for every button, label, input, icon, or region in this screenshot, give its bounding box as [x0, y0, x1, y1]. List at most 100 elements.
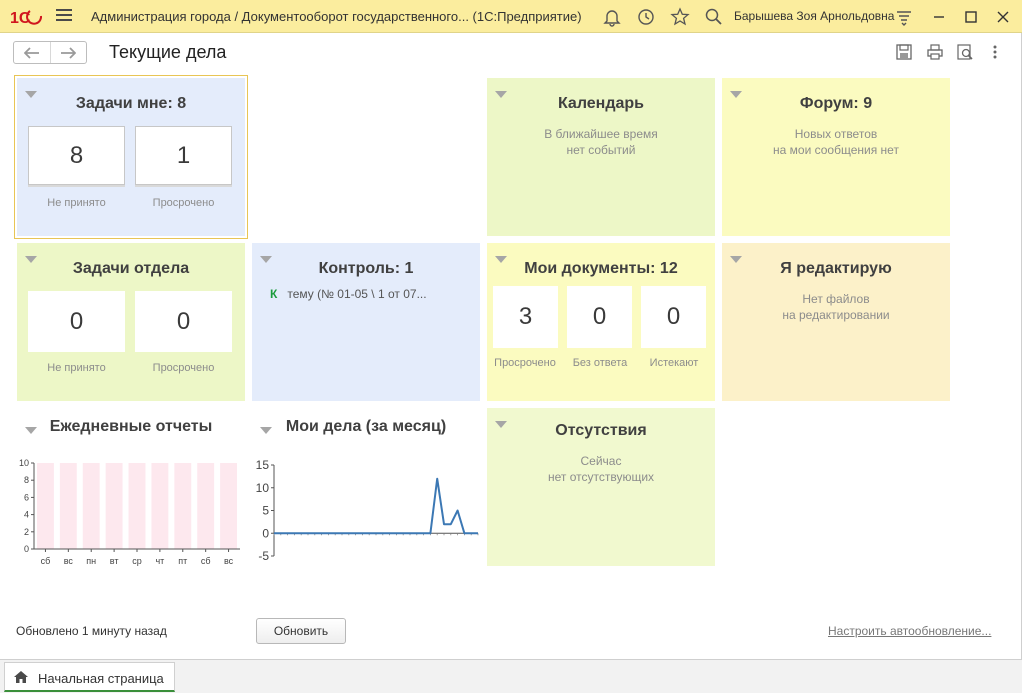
tile-daily-reports[interactable]: Ежедневные отчеты 0 2 4 6 8 10 сб вс пн вт ср чт пт с… — [17, 408, 245, 568]
counter-not-accepted[interactable]: 0 — [28, 291, 125, 352]
counter-overdue[interactable]: 1 — [135, 126, 232, 185]
save-icon[interactable] — [895, 43, 913, 61]
x-tick-label: вт — [110, 556, 119, 566]
x-tick-label: пт — [178, 556, 187, 566]
tab-bar: Начальная страница — [0, 659, 1022, 693]
y-tick-label: 10 — [19, 458, 29, 468]
back-button[interactable] — [14, 42, 50, 63]
counter-not-accepted[interactable]: 8 — [28, 126, 125, 185]
y-tick-label: 10 — [256, 481, 270, 495]
y-tick-label: -5 — [258, 549, 269, 563]
tile-calendar[interactable]: Календарь В ближайшее время нет событий — [487, 78, 715, 236]
tile-subtitle: Новых ответов на мои сообщения нет — [722, 126, 950, 158]
x-tick-label: сб — [41, 556, 51, 566]
minimize-icon[interactable] — [928, 6, 950, 28]
tile-absences[interactable]: Отсутствия Сейчас нет отсутствующих — [487, 408, 715, 566]
counter-overdue[interactable]: 0 — [135, 291, 232, 352]
counter-label: Истекают — [649, 357, 699, 369]
tab-label: Начальная страница — [38, 671, 164, 686]
tile-title: Форум: 9 — [799, 95, 873, 112]
bar — [59, 463, 77, 549]
tile-title: Мои дела (за месяц) — [285, 418, 447, 435]
tile-title: Календарь — [557, 95, 645, 112]
tile-title: Отсутствия — [555, 422, 647, 439]
tile-title: Мои документы: 12 — [524, 260, 678, 277]
window-title: Администрация города / Документооборот г… — [91, 9, 582, 24]
bar — [197, 463, 215, 549]
arrow-right-icon — [61, 46, 77, 59]
control-item-text: тему (№ 01-05 \ 1 от 07... — [287, 287, 427, 301]
subtitle-line: нет событий — [566, 143, 636, 157]
control-item[interactable]: Ктему (№ 01-05 \ 1 от 07... — [270, 287, 427, 301]
counter-no-answer[interactable]: 0 — [567, 286, 632, 348]
settings-icon[interactable] — [894, 7, 914, 27]
tile-my-tasks[interactable]: Задачи мне: 8 8 1 Не принято Просрочено — [14, 75, 248, 239]
title-bar: 1C Администрация города / Документооборо… — [0, 0, 1022, 33]
counter-label: Просрочено — [494, 357, 556, 369]
navigation-buttons — [13, 41, 87, 64]
maximize-icon[interactable] — [960, 6, 982, 28]
tile-forum[interactable]: Форум: 9 Новых ответов на мои сообщения … — [722, 78, 950, 236]
counter-label: Просрочено — [152, 362, 215, 374]
counter-expiring[interactable]: 0 — [641, 286, 706, 348]
my-affairs-chart: -5 0 5 10 15 — [256, 458, 479, 563]
tile-title: Контроль: 1 — [318, 260, 414, 277]
home-icon — [14, 671, 28, 683]
x-tick-label: ср — [132, 556, 142, 566]
star-icon[interactable] — [670, 7, 690, 27]
forward-button[interactable] — [49, 42, 87, 63]
preview-icon[interactable] — [956, 43, 974, 61]
search-icon[interactable] — [704, 7, 724, 27]
autorefresh-link[interactable]: Настроить автообновление... — [828, 624, 991, 638]
tile-control[interactable]: Контроль: 1 Ктему (№ 01-05 \ 1 от 07... — [252, 243, 480, 401]
x-tick-label: пн — [86, 556, 96, 566]
subtitle-line: Нет файлов — [802, 292, 870, 306]
bar — [37, 463, 54, 549]
subtitle-line: В ближайшее время — [544, 127, 658, 141]
bar — [151, 463, 169, 549]
x-tick-label: сб — [201, 556, 211, 566]
bell-icon[interactable] — [602, 7, 622, 27]
subtitle-line: Сейчас — [580, 454, 622, 468]
update-status: Обновлено 1 минуту назад — [16, 624, 167, 638]
counter-overdue[interactable]: 3 — [493, 286, 558, 348]
tile-subtitle: В ближайшее время нет событий — [487, 126, 715, 158]
tile-title: Я редактирую — [780, 260, 892, 277]
y-tick-label: 0 — [24, 544, 29, 554]
page-title: Текущие дела — [109, 42, 227, 62]
1c-logo-icon[interactable]: 1C — [10, 8, 44, 26]
close-icon[interactable] — [992, 6, 1014, 28]
more-vertical-icon[interactable] — [986, 43, 1004, 61]
tile-subtitle: Сейчас нет отсутствующих — [487, 453, 715, 485]
subtitle-line: на мои сообщения нет — [773, 143, 899, 157]
tile-subtitle: Нет файлов на редактировании — [722, 291, 950, 323]
y-tick-label: 0 — [262, 526, 269, 540]
tile-editing[interactable]: Я редактирую Нет файлов на редактировани… — [722, 243, 950, 401]
user-name[interactable]: Барышева Зоя Арнольдовна — [734, 9, 894, 23]
control-marker: К — [270, 287, 278, 301]
print-icon[interactable] — [926, 43, 944, 61]
hamburger-icon[interactable] — [56, 9, 72, 23]
y-tick-label: 6 — [24, 492, 29, 502]
daily-reports-chart: 0 2 4 6 8 10 сб вс пн вт ср чт пт сб вс — [19, 458, 240, 566]
y-tick-label: 15 — [256, 458, 270, 472]
bar — [220, 463, 237, 549]
bar — [174, 463, 192, 549]
tile-my-affairs[interactable]: Мои дела (за месяц) -5 0 5 10 15 — [252, 408, 480, 568]
y-tick-label: 5 — [262, 504, 269, 518]
arrow-left-icon — [23, 46, 39, 59]
tab-home[interactable]: Начальная страница — [4, 662, 175, 692]
tile-my-documents[interactable]: Мои документы: 12 3 0 0 Просрочено Без о… — [487, 243, 715, 401]
subtitle-line: на редактировании — [782, 308, 890, 322]
history-icon[interactable] — [636, 7, 656, 27]
y-tick-label: 2 — [24, 527, 29, 537]
bar — [128, 463, 146, 549]
tile-title: Ежедневные отчеты — [49, 418, 213, 435]
subtitle-line: Новых ответов — [794, 127, 878, 141]
refresh-button[interactable]: Обновить — [256, 618, 346, 644]
x-tick-label: вс — [224, 556, 234, 566]
tile-title: Задачи мне: 8 — [75, 95, 187, 112]
bar — [105, 463, 123, 549]
series-line — [274, 477, 478, 535]
tile-dept-tasks[interactable]: Задачи отдела 0 0 Не принято Просрочено — [17, 243, 245, 401]
